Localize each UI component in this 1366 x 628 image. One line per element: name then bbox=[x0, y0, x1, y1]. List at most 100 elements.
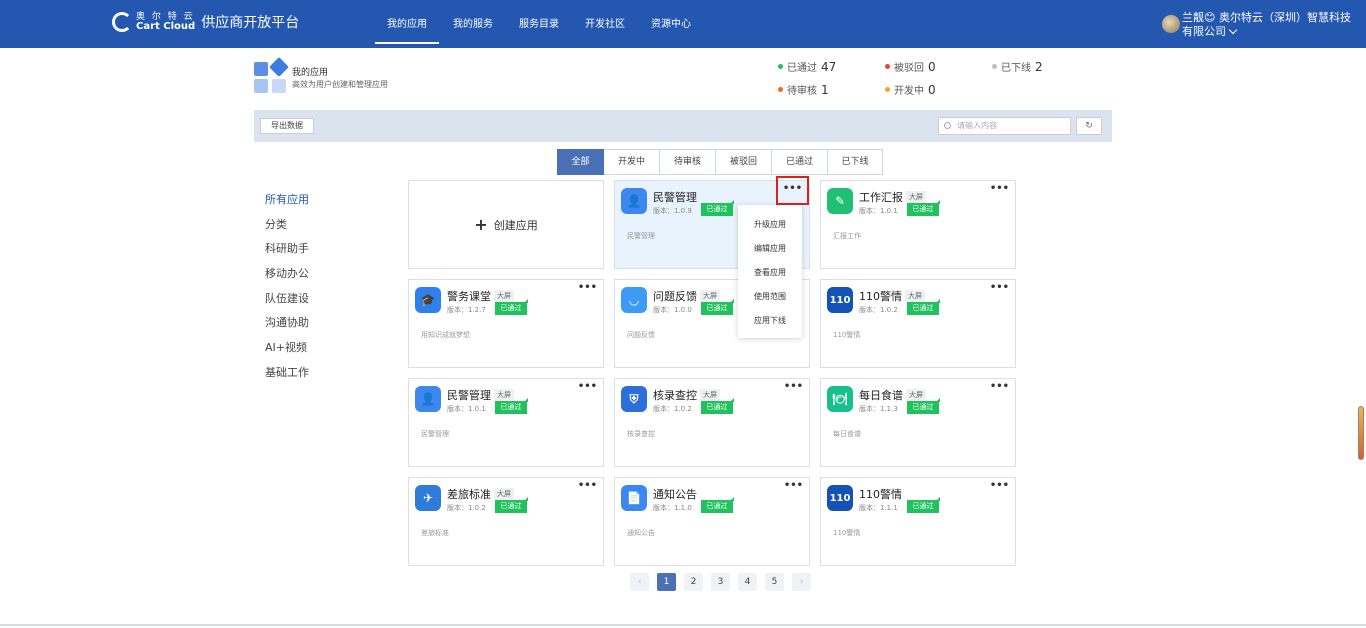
tab-all[interactable]: 全部 bbox=[557, 149, 604, 175]
app-card[interactable]: 🎓 警务课堂 大屏 版本：1.2.7 已通过 用知识成就梦想 ••• bbox=[408, 279, 604, 368]
more-options-button-active[interactable]: ••• bbox=[776, 176, 809, 205]
app-name: 民警管理 bbox=[653, 189, 697, 205]
sidebar-item-ai-video[interactable]: AI+视频 bbox=[265, 341, 309, 366]
menu-item-usage-scope[interactable]: 使用范围 bbox=[738, 285, 802, 309]
status-badge: 已通过 bbox=[701, 200, 734, 216]
app-description: 通知公告 bbox=[627, 529, 655, 537]
refresh-button[interactable]: ↻ bbox=[1076, 117, 1102, 135]
plus-icon: + bbox=[474, 215, 488, 234]
page-button[interactable]: 5 bbox=[765, 573, 784, 591]
version-number: 1.1.3 bbox=[880, 405, 898, 413]
menu-item-upgrade-app[interactable]: 升级应用 bbox=[738, 213, 802, 237]
nav-my-apps[interactable]: 我的应用 bbox=[375, 0, 439, 48]
app-description: 差旅标准 bbox=[421, 529, 449, 537]
menu-item-take-offline[interactable]: 应用下线 bbox=[738, 309, 802, 333]
menu-item-view-app[interactable]: 查看应用 bbox=[738, 261, 802, 285]
stat-pending: 待审核 1 bbox=[778, 82, 829, 97]
app-card[interactable]: ✈ 差旅标准 大屏 版本：1.0.2 已通过 差旅标准 ••• bbox=[408, 477, 604, 566]
more-options-icon[interactable]: ••• bbox=[990, 283, 1009, 293]
dish-icon: 🍽 bbox=[827, 386, 853, 412]
sidebar-item-basic-work[interactable]: 基础工作 bbox=[265, 366, 309, 391]
tab-rejected[interactable]: 被驳回 bbox=[716, 149, 772, 175]
platform-name: 供应商开放平台 bbox=[201, 15, 300, 31]
more-options-icon[interactable]: ••• bbox=[990, 481, 1009, 491]
nav-my-services[interactable]: 我的服务 bbox=[453, 0, 493, 48]
page-button[interactable]: 1 bbox=[657, 573, 676, 591]
app-name-text: 核录查控 bbox=[653, 389, 697, 402]
tab-pending[interactable]: 待审核 bbox=[660, 149, 716, 175]
page-button[interactable]: 3 bbox=[711, 573, 730, 591]
sidebar-item-mobile-office[interactable]: 移动办公 bbox=[265, 267, 309, 292]
tab-approved[interactable]: 已通过 bbox=[772, 149, 828, 175]
more-options-icon[interactable]: ••• bbox=[784, 481, 803, 491]
app-card[interactable]: 110 110警情 大屏 版本：1.0.2 已通过 110警情 ••• bbox=[820, 279, 1016, 368]
app-version: 版本：1.0.2 bbox=[653, 404, 692, 414]
sidebar-item-communication[interactable]: 沟通协助 bbox=[265, 316, 309, 341]
version-prefix: 版本： bbox=[859, 405, 880, 413]
app-card[interactable]: 📄 通知公告 版本：1.1.0 已通过 通知公告 ••• bbox=[614, 477, 810, 566]
status-dot-icon bbox=[778, 64, 783, 69]
version-prefix: 版本： bbox=[859, 306, 880, 314]
version-prefix: 版本： bbox=[653, 207, 674, 215]
pagination: ‹ 1 2 3 4 5 › bbox=[630, 573, 819, 591]
version-prefix: 版本： bbox=[653, 306, 674, 314]
app-name-text: 110警情 bbox=[859, 488, 902, 501]
more-options-icon[interactable]: ••• bbox=[578, 283, 597, 293]
logo[interactable]: 奥 尔 特 云 Cart Cloud 供应商开放平台 bbox=[112, 12, 299, 32]
app-version: 版本：1.1.0 bbox=[653, 503, 692, 513]
version-number: 1.2.7 bbox=[468, 306, 486, 314]
more-options-icon[interactable]: ••• bbox=[578, 382, 597, 392]
sidebar-item-all-apps[interactable]: 所有应用 bbox=[265, 193, 309, 218]
sidebar-item-research[interactable]: 科研助手 bbox=[265, 242, 309, 267]
app-card[interactable]: 🍽 每日食谱 大屏 版本：1.1.3 已通过 每日食谱 ••• bbox=[820, 378, 1016, 467]
app-card[interactable]: 110 110警情 版本：1.1.1 已通过 110警情 ••• bbox=[820, 477, 1016, 566]
prev-page-button[interactable]: ‹ bbox=[630, 573, 649, 591]
create-app-label: 创建应用 bbox=[493, 218, 538, 232]
app-version: 版本：1.1.1 bbox=[859, 503, 898, 513]
alarm-110-icon: 110 bbox=[827, 287, 853, 313]
status-badge: 已通过 bbox=[907, 497, 940, 513]
app-description: 核录查控 bbox=[627, 430, 655, 438]
version-prefix: 版本： bbox=[653, 504, 674, 512]
screen-tag: 大屏 bbox=[494, 290, 514, 302]
page-button[interactable]: 4 bbox=[738, 573, 757, 591]
nav-resource-center[interactable]: 资源中心 bbox=[651, 0, 691, 48]
stat-developing: 开发中 0 bbox=[885, 82, 936, 97]
chevron-down-icon[interactable] bbox=[1228, 25, 1238, 35]
screen-tag: 大屏 bbox=[905, 290, 925, 302]
create-app-card[interactable]: + 创建应用 bbox=[408, 180, 604, 269]
avatar[interactable] bbox=[1162, 15, 1180, 33]
tab-offline[interactable]: 已下线 bbox=[828, 149, 883, 175]
next-page-button[interactable]: › bbox=[792, 573, 811, 591]
search-input[interactable]: 请输入内容 bbox=[938, 117, 1071, 135]
export-data-button[interactable]: 导出数据 bbox=[260, 118, 314, 134]
stat-approved: 已通过 47 bbox=[778, 59, 836, 74]
nav-dev-community[interactable]: 开发社区 bbox=[585, 0, 625, 48]
more-options-icon[interactable]: ••• bbox=[784, 382, 803, 392]
scrollbar[interactable] bbox=[1358, 406, 1364, 460]
page-button[interactable]: 2 bbox=[684, 573, 703, 591]
app-name-text: 民警管理 bbox=[447, 389, 491, 402]
logo-en-text: Cart Cloud bbox=[136, 21, 196, 32]
status-badge: 已通过 bbox=[495, 497, 528, 513]
more-options-icon[interactable]: ••• bbox=[990, 184, 1009, 194]
screen-tag: 大屏 bbox=[906, 191, 926, 203]
app-name-text: 问题反馈 bbox=[653, 290, 697, 303]
status-badge: 已通过 bbox=[907, 299, 940, 315]
more-options-icon[interactable]: ••• bbox=[990, 382, 1009, 392]
menu-item-edit-app[interactable]: 编辑应用 bbox=[738, 237, 802, 261]
nav-service-catalog[interactable]: 服务目录 bbox=[519, 0, 559, 48]
sidebar-item-team-building[interactable]: 队伍建设 bbox=[265, 292, 309, 317]
app-card[interactable]: ⛨ 核录查控 大屏 版本：1.0.2 已通过 核录查控 ••• bbox=[614, 378, 810, 467]
status-badge: 已通过 bbox=[907, 200, 940, 216]
status-dot-icon bbox=[885, 64, 890, 69]
app-card[interactable]: ✎ 工作汇报 大屏 版本：1.0.1 已通过 汇报工作 ••• bbox=[820, 180, 1016, 269]
app-card[interactable]: 👤 民警管理 大屏 版本：1.0.1 已通过 民警管理 ••• bbox=[408, 378, 604, 467]
tab-developing[interactable]: 开发中 bbox=[604, 149, 660, 175]
sidebar-item-category[interactable]: 分类 bbox=[265, 218, 309, 243]
version-number: 1.0.2 bbox=[880, 306, 898, 314]
page-subtitle: 高效为用户创建和管理应用 bbox=[292, 80, 388, 89]
version-number: 1.0.1 bbox=[468, 405, 486, 413]
more-options-icon[interactable]: ••• bbox=[578, 481, 597, 491]
status-filter-tabs: 全部 开发中 待审核 被驳回 已通过 已下线 bbox=[557, 149, 883, 175]
